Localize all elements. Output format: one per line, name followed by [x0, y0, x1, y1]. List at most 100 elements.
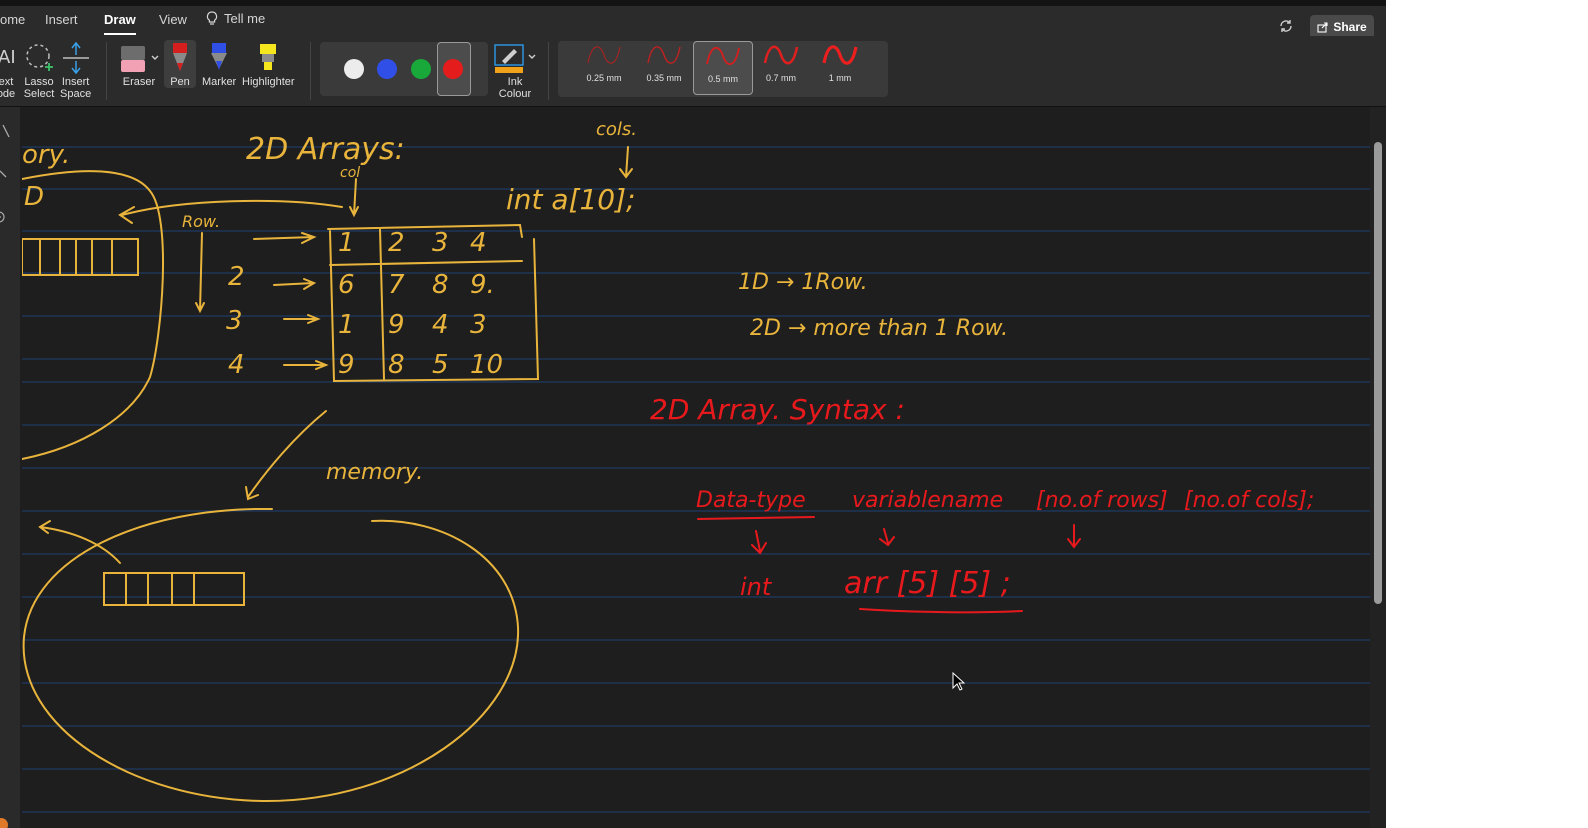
syntax-title: 2D Array. Syntax : — [650, 393, 905, 426]
ribbon-separator — [548, 42, 549, 100]
pen-tool-icon[interactable] — [0, 123, 14, 139]
table-cell: 5 — [432, 350, 449, 380]
cols-label: cols. — [596, 119, 637, 140]
arr-underline — [859, 608, 1023, 614]
text-mode-button[interactable]: AI ext ode — [0, 40, 16, 100]
table-cell: 8 — [388, 350, 405, 380]
insert-space-label-1: Insert — [61, 76, 90, 88]
ribbon-separator — [106, 42, 107, 100]
table-cell: 10 — [470, 350, 503, 380]
pen-button[interactable]: Pen — [164, 40, 196, 88]
tell-me-search[interactable]: Tell me — [206, 11, 265, 26]
ribbon-separator — [310, 42, 311, 100]
syntax-cols: [no.of cols]; — [1184, 488, 1314, 513]
title-2d-arrays: 2D Arrays: — [246, 132, 405, 167]
row-arrow-2 — [273, 278, 317, 290]
tab-home[interactable]: ome — [0, 12, 25, 27]
share-label: Share — [1333, 20, 1367, 34]
thickness-0-25mm[interactable]: 0.25 mm — [574, 41, 634, 95]
syntax-datatype: Data-type — [696, 488, 806, 513]
insert-space-label-2: Space — [60, 88, 92, 100]
thickness-stroke-icon — [587, 46, 621, 64]
table-cell: 3 — [470, 310, 487, 340]
ruled-lines — [22, 146, 1370, 813]
thickness-stroke-icon — [647, 46, 681, 64]
search-icon[interactable] — [0, 167, 14, 183]
thickness-label: 0.35 mm — [646, 73, 682, 83]
thickness-stroke-icon — [763, 45, 799, 65]
marker-button[interactable]: Marker — [202, 40, 236, 88]
ink-colour-label-1: Ink — [507, 76, 523, 88]
lasso-icon — [26, 44, 53, 71]
row-arrow-4 — [283, 360, 329, 370]
tab-draw[interactable]: Draw — [104, 12, 136, 35]
share-icon — [1317, 22, 1328, 33]
blue-marker-icon — [211, 43, 228, 70]
syntax-variablename: variablename — [852, 488, 1003, 513]
row-number-4: 4 — [228, 350, 245, 380]
color-swatch-red[interactable] — [443, 59, 463, 79]
tab-view[interactable]: View — [159, 12, 187, 27]
datatype-arrow — [751, 530, 767, 555]
insert-space-icon — [62, 41, 89, 75]
insert-space-button[interactable]: Insert Space — [60, 40, 91, 100]
memory-arrow — [245, 410, 327, 501]
table-cell: 9. — [470, 270, 495, 300]
ink-colour-label-2: Colour — [498, 88, 532, 100]
eraser-button[interactable]: Eraser — [118, 40, 160, 88]
table-cell: 1 — [338, 310, 355, 340]
example-int: int — [740, 573, 773, 601]
lasso-label-1: Lasso — [24, 76, 54, 88]
tab-insert[interactable]: Insert — [45, 12, 78, 27]
thickness-0-5mm[interactable]: 0.5 mm — [693, 41, 753, 95]
memory-ellipse — [22, 507, 520, 803]
ellipse-back-arrow — [38, 520, 121, 564]
memory-top-text: ory. — [22, 140, 70, 170]
thickness-0-7mm[interactable]: 0.7 mm — [751, 41, 811, 95]
syntax-rows: [no.of rows] — [1036, 488, 1168, 513]
col-label: col — [340, 165, 360, 181]
menu-bar: ome Insert Draw View Tell me Share — [0, 6, 1386, 39]
table-cell: 1 — [338, 228, 355, 258]
text-mode-label-1: ext — [0, 76, 14, 88]
thickness-label: 0.7 mm — [765, 73, 796, 83]
vertical-scrollbar-thumb[interactable] — [1374, 142, 1382, 604]
left-tool-rail — [0, 107, 20, 828]
lasso-label-2: Select — [23, 88, 55, 100]
eraser-icon — [121, 46, 159, 72]
thickness-0-35mm[interactable]: 0.35 mm — [634, 41, 694, 95]
color-swatch-white[interactable] — [344, 59, 364, 79]
history-icon[interactable] — [0, 209, 10, 225]
example-arr: arr [5] [5] ; — [844, 566, 1011, 601]
thickness-stroke-icon — [822, 45, 858, 65]
pen-label: Pen — [170, 76, 190, 88]
cols-arrow — [619, 146, 633, 179]
thickness-label: 1 mm — [828, 73, 852, 83]
memory-label: memory. — [326, 460, 423, 485]
red-pen-icon — [173, 43, 187, 71]
highlighter-button[interactable]: Highlighter — [242, 40, 295, 88]
note-2d: 2D → more than 1 Row. — [750, 316, 1008, 341]
array-table-cells: 1 2 3 46 7 8 9.1 9 4 39 8 5 10 — [338, 228, 503, 380]
lasso-select-button[interactable]: Lasso Select — [22, 40, 56, 100]
ink-colour-button[interactable]: Ink Colour — [492, 40, 538, 100]
text-cursor-icon: AI — [0, 47, 16, 68]
table-cell: 7 — [388, 270, 405, 300]
lightbulb-icon — [206, 11, 218, 25]
color-swatch-green[interactable] — [411, 59, 431, 79]
small-array-dividers — [39, 238, 113, 276]
table-cell: 4 — [432, 310, 449, 340]
ink-layer: ory. D 2D Arrays: col cols. int a[10]; R… — [22, 119, 1370, 813]
memory-blob-outline — [22, 170, 164, 460]
note-page-canvas[interactable]: ory. D 2D Arrays: col cols. int a[10]; R… — [22, 107, 1370, 828]
color-swatch-blue[interactable] — [377, 59, 397, 79]
memory-top-d: D — [24, 182, 44, 212]
thickness-1mm[interactable]: 1 mm — [810, 41, 870, 95]
thickness-label: 0.25 mm — [586, 73, 622, 83]
code-1d: int a[10]; — [506, 183, 635, 216]
table-cell: 3 — [432, 228, 449, 258]
sync-icon[interactable] — [1278, 18, 1294, 34]
onenote-window: ome Insert Draw View Tell me Share AI ex… — [0, 0, 1386, 828]
col-down-arrow — [349, 178, 359, 218]
table-cell: 8 — [432, 270, 449, 300]
